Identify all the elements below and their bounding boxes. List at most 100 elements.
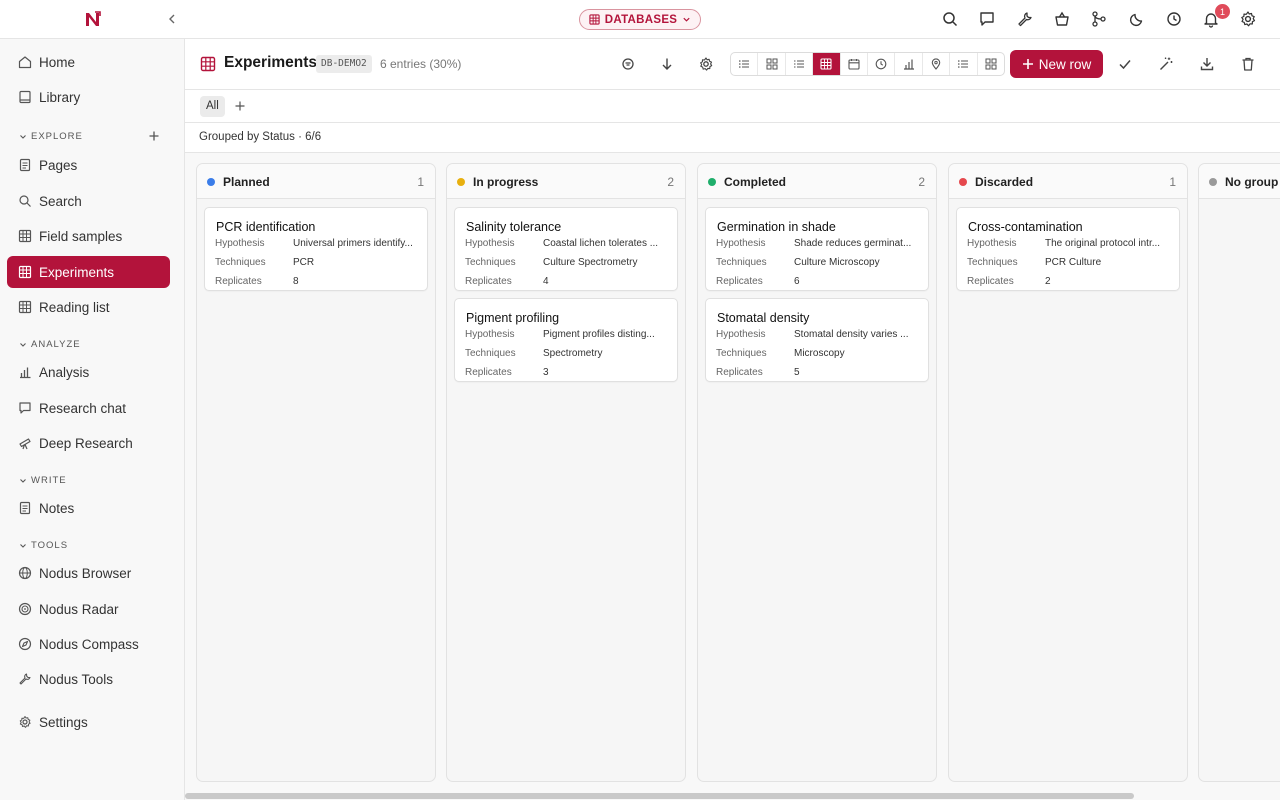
- table-icon: [589, 14, 600, 25]
- field-value: Microscopy: [794, 348, 845, 359]
- view-gallery-button[interactable]: [758, 53, 786, 75]
- add-view-icon[interactable]: [234, 100, 246, 112]
- git-branch-icon[interactable]: [1090, 10, 1108, 28]
- field-label: Hypothesis: [465, 329, 515, 340]
- view-board-button[interactable]: [978, 53, 1004, 75]
- nodus-logo-icon[interactable]: [84, 10, 102, 28]
- section-write[interactable]: WRITE: [19, 475, 67, 486]
- filter-icon[interactable]: [620, 56, 636, 72]
- board-column-in-progress: In progress 2 Salinity tolerance Hypothe…: [446, 163, 686, 782]
- moon-icon[interactable]: [1128, 10, 1146, 28]
- field-label: Hypothesis: [465, 238, 515, 249]
- sidebar-item-nodus-radar[interactable]: Nodus Radar: [7, 593, 170, 625]
- magic-wand-icon[interactable]: [1158, 56, 1174, 72]
- basket-icon[interactable]: [1053, 10, 1071, 28]
- card-title: Cross-contamination: [968, 220, 1083, 234]
- field-label: Techniques: [215, 257, 266, 268]
- section-explore[interactable]: EXPLORE: [19, 131, 83, 142]
- view-timeline-button[interactable]: [868, 53, 896, 75]
- column-header[interactable]: No group: [1199, 164, 1280, 199]
- view-map-button[interactable]: [923, 53, 951, 75]
- view-checklist-button[interactable]: [786, 53, 814, 75]
- table-icon: [18, 300, 32, 314]
- sort-arrow-down-icon[interactable]: [659, 56, 675, 72]
- column-header[interactable]: Planned 1: [197, 164, 435, 199]
- status-dot: [708, 178, 716, 186]
- scrollbar-thumb[interactable]: [185, 793, 1134, 799]
- column-header[interactable]: In progress 2: [447, 164, 685, 199]
- section-label: WRITE: [31, 475, 67, 486]
- board-card[interactable]: PCR identification Hypothesis Universal …: [204, 207, 428, 291]
- view-calendar-button[interactable]: [841, 53, 869, 75]
- chat-icon[interactable]: [978, 10, 996, 28]
- section-tools[interactable]: TOOLS: [19, 540, 68, 551]
- view-table-button[interactable]: [813, 53, 841, 75]
- sidebar-item-home[interactable]: Home: [7, 46, 170, 78]
- trash-icon[interactable]: [1240, 56, 1256, 72]
- sidebar-item-library[interactable]: Library: [7, 81, 170, 113]
- document-icon: [18, 501, 32, 515]
- board-card[interactable]: Stomatal density Hypothesis Stomatal den…: [705, 298, 929, 382]
- card-title: PCR identification: [216, 220, 316, 234]
- board-card[interactable]: Cross-contamination Hypothesis The origi…: [956, 207, 1180, 291]
- wrench-icon[interactable]: [1016, 10, 1034, 28]
- horizontal-scrollbar[interactable]: [185, 792, 1280, 800]
- clock-icon[interactable]: [1165, 10, 1183, 28]
- chevron-down-icon: [19, 133, 27, 141]
- grid-icon: [985, 58, 997, 70]
- sidebar-item-label: Deep Research: [39, 435, 133, 451]
- gear-icon[interactable]: [1239, 10, 1257, 28]
- board-card[interactable]: Germination in shade Hypothesis Shade re…: [705, 207, 929, 291]
- sidebar-item-deep-research[interactable]: Deep Research: [7, 427, 170, 459]
- gear-icon[interactable]: [698, 56, 714, 72]
- field-label: Replicates: [716, 367, 763, 378]
- list-icon: [738, 58, 750, 70]
- sidebar-item-research-chat[interactable]: Research chat: [7, 392, 170, 424]
- search-icon[interactable]: [941, 10, 959, 28]
- board-card[interactable]: Salinity tolerance Hypothesis Coastal li…: [454, 207, 678, 291]
- globe-icon: [18, 566, 32, 580]
- download-icon[interactable]: [1199, 56, 1215, 72]
- status-dot: [1209, 178, 1217, 186]
- sidebar-item-notes[interactable]: Notes: [7, 492, 170, 524]
- field-value: 8: [293, 276, 299, 287]
- checkmark-icon[interactable]: [1117, 56, 1133, 72]
- view-list-button[interactable]: [731, 53, 759, 75]
- section-label: TOOLS: [31, 540, 69, 551]
- clock-icon: [875, 58, 887, 70]
- view-tabs: All: [185, 90, 1280, 123]
- sidebar-item-nodus-browser[interactable]: Nodus Browser: [7, 557, 170, 589]
- column-name: Completed: [724, 175, 787, 189]
- sidebar-item-nodus-tools[interactable]: Nodus Tools: [7, 663, 170, 695]
- collapse-sidebar-icon[interactable]: [164, 11, 180, 27]
- status-dot: [207, 178, 215, 186]
- field-label: Techniques: [465, 257, 516, 268]
- sidebar-item-field-samples[interactable]: Field samples: [7, 220, 170, 252]
- section-analyze[interactable]: ANALYZE: [19, 339, 81, 350]
- sidebar-item-nodus-compass[interactable]: Nodus Compass: [7, 628, 170, 660]
- plus-icon: [1022, 58, 1034, 70]
- new-row-button[interactable]: New row: [1010, 50, 1103, 78]
- field-label: Replicates: [967, 276, 1014, 287]
- field-label: Techniques: [967, 257, 1018, 268]
- sidebar-item-settings[interactable]: Settings: [7, 706, 170, 738]
- tab-all[interactable]: All: [200, 96, 225, 117]
- add-page-icon[interactable]: [147, 129, 161, 143]
- sidebar-item-analysis[interactable]: Analysis: [7, 356, 170, 388]
- field-label: Replicates: [465, 276, 512, 287]
- sidebar-item-reading-list[interactable]: Reading list: [7, 291, 170, 323]
- sidebar-item-experiments[interactable]: Experiments: [7, 256, 170, 288]
- view-chart-button[interactable]: [895, 53, 923, 75]
- sidebar-item-label: Field samples: [39, 228, 123, 244]
- sidebar-item-label: Nodus Radar: [39, 601, 119, 617]
- view-outline-button[interactable]: [950, 53, 978, 75]
- board-card[interactable]: Pigment profiling Hypothesis Pigment pro…: [454, 298, 678, 382]
- sidebar-item-pages[interactable]: Pages: [7, 149, 170, 181]
- field-label: Techniques: [465, 348, 516, 359]
- sidebar-item-search[interactable]: Search: [7, 185, 170, 217]
- column-header[interactable]: Completed 2: [698, 164, 936, 199]
- column-name: No group: [1225, 175, 1279, 189]
- databases-dropdown[interactable]: DATABASES: [579, 9, 701, 30]
- sidebar-item-label: Nodus Compass: [39, 636, 139, 652]
- column-header[interactable]: Discarded 1: [949, 164, 1187, 199]
